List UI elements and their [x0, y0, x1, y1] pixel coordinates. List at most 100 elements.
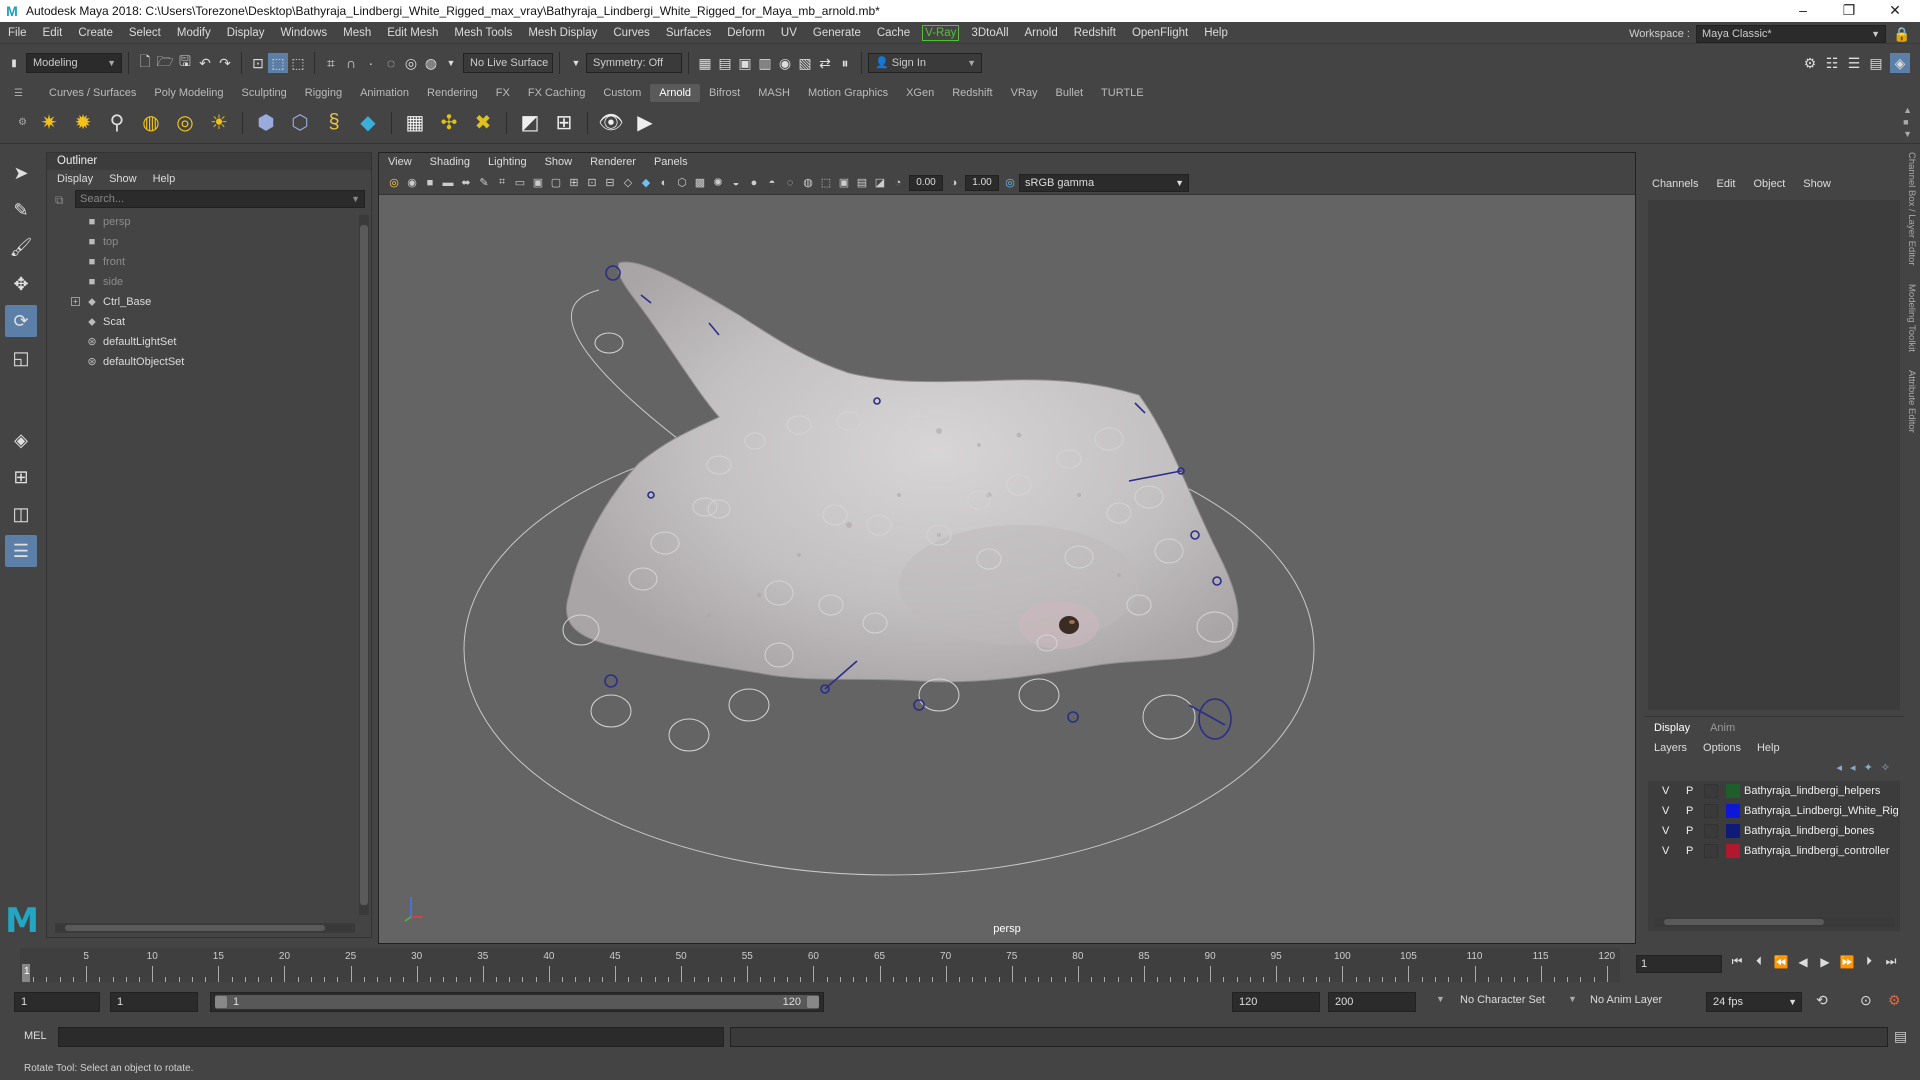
workspace-dropdown[interactable]: Maya Classic* ▼ [1696, 25, 1886, 43]
range-slider-track[interactable] [215, 995, 819, 1009]
menu-3dtoall[interactable]: 3DtoAll [963, 22, 1016, 44]
layer-color-swatch[interactable] [1726, 844, 1740, 858]
layer-playback-toggle[interactable]: P [1686, 841, 1693, 861]
chevron-down-icon[interactable]: ▼ [1568, 994, 1577, 1004]
xray-joints-icon[interactable]: ▤ [853, 174, 871, 192]
single-perspective-layout-icon[interactable]: ◈ [5, 424, 37, 456]
outliner-item-default-object-set[interactable]: ⊛ defaultObjectSet [47, 352, 371, 372]
layer-row[interactable]: V P Bathyraja_lindbergi_controller [1648, 841, 1900, 861]
menu-uv[interactable]: UV [773, 22, 805, 44]
new-scene-icon[interactable]: 🗋 [135, 53, 155, 73]
menu-surfaces[interactable]: Surfaces [658, 22, 719, 44]
chevron-down-icon[interactable]: ▼ [441, 53, 461, 73]
curve-collector-icon[interactable]: § [319, 108, 349, 138]
save-scene-icon[interactable]: 🖫 [175, 53, 195, 73]
tab-bifrost[interactable]: Bifrost [700, 84, 749, 102]
image-plane-icon[interactable]: ▬ [439, 174, 457, 192]
use-all-lights-icon[interactable]: ✺ [709, 174, 727, 192]
bookmark-icon[interactable]: ■ [421, 174, 439, 192]
standin-icon[interactable]: ⬢ [251, 108, 281, 138]
tab-motion-graphics[interactable]: Motion Graphics [799, 84, 897, 102]
viewport-menu-renderer[interactable]: Renderer [581, 153, 645, 171]
tab-attribute-editor[interactable]: Attribute Editor [1906, 370, 1917, 433]
tab-fx-caching[interactable]: FX Caching [519, 84, 594, 102]
chevron-down-icon[interactable]: ▼ [566, 53, 586, 73]
time-ruler[interactable]: 5 10 15 20 25 30 35 40 45 50 55 60 65 70 75 80 85 90 95 100… [20, 948, 1620, 982]
live-surface-field[interactable]: No Live Surface [463, 53, 553, 73]
shadows-icon[interactable]: ◒ [727, 174, 745, 192]
range-end-handle[interactable] [807, 996, 819, 1008]
toggle-channel-box-icon[interactable]: ▤ [1866, 53, 1886, 73]
snap-point-icon[interactable]: ∙ [361, 53, 381, 73]
tab-rendering[interactable]: Rendering [418, 84, 487, 102]
layer-type-toggle[interactable] [1704, 824, 1718, 838]
tab-poly-modeling[interactable]: Poly Modeling [145, 84, 232, 102]
colorspace-dropdown[interactable]: sRGB gamma ▼ [1019, 173, 1189, 192]
menu-display[interactable]: Display [219, 22, 273, 44]
shelf-menu-icon[interactable]: ☰ [14, 88, 30, 99]
help-menu[interactable]: Help [1757, 739, 1780, 757]
viewport-menu-view[interactable]: View [379, 153, 421, 171]
layer-type-toggle[interactable] [1704, 844, 1718, 858]
redo-icon[interactable]: ↷ [215, 53, 235, 73]
layer-type-toggle[interactable] [1704, 804, 1718, 818]
xray-icon[interactable]: ▣ [835, 174, 853, 192]
script-language-toggle[interactable]: MEL [24, 1030, 47, 1042]
resolution-gate-icon[interactable]: ▣ [529, 174, 547, 192]
anim-layer-label[interactable]: No Anim Layer [1590, 994, 1662, 1006]
step-back-icon[interactable]: ⏴ [1748, 954, 1770, 969]
snap-curve-icon[interactable]: ∩ [341, 53, 361, 73]
undo-icon[interactable]: ↶ [195, 53, 215, 73]
tab-xgen[interactable]: XGen [897, 84, 943, 102]
toggle-modeling-toolkit-icon[interactable]: ⚙ [1800, 53, 1820, 73]
chevron-down-icon[interactable]: ▼ [1436, 994, 1445, 1004]
menu-deform[interactable]: Deform [719, 22, 773, 44]
outliner-item-scat[interactable]: ⬥ Scat [47, 312, 371, 332]
layer-playback-toggle[interactable]: P [1686, 781, 1693, 801]
step-back-key-icon[interactable]: ⏪ [1770, 955, 1792, 969]
viewport-menu-lighting[interactable]: Lighting [479, 153, 536, 171]
menu-curves[interactable]: Curves [605, 22, 657, 44]
new-layer-from-selection-icon[interactable]: ✧ [1881, 761, 1890, 774]
tab-redshift[interactable]: Redshift [943, 84, 1001, 102]
go-to-end-icon[interactable]: ⏭ [1880, 954, 1902, 969]
flush-cache-icon[interactable]: ✣ [434, 108, 464, 138]
menu-select[interactable]: Select [121, 22, 169, 44]
gate-mask-icon[interactable]: ▢ [547, 174, 565, 192]
tab-channel-box-layer-editor[interactable]: Channel Box / Layer Editor [1906, 152, 1917, 266]
hypershade-icon[interactable]: ◉ [775, 53, 795, 73]
volume-icon[interactable]: ⬡ [285, 108, 315, 138]
symmetry-dropdown[interactable]: Symmetry: Off [586, 53, 682, 73]
tab-rigging[interactable]: Rigging [296, 84, 351, 102]
options-menu[interactable]: Options [1703, 739, 1741, 757]
menu-mesh-display[interactable]: Mesh Display [520, 22, 605, 44]
snap-grid-icon[interactable]: ⌗ [321, 53, 341, 73]
shading-network-icon[interactable]: ⊞ [549, 108, 579, 138]
tab-custom[interactable]: Custom [594, 84, 650, 102]
area-light-icon[interactable]: ✷ [34, 108, 64, 138]
shelf-settings-icon[interactable]: ⚙ [18, 117, 32, 128]
grease-pencil-icon[interactable]: ✎ [475, 174, 493, 192]
render-settings-icon[interactable]: ▥ [755, 53, 775, 73]
outliner-search-input[interactable]: Search... ▼ [75, 190, 365, 208]
menu-redshift[interactable]: Redshift [1066, 22, 1124, 44]
layer-visibility-toggle[interactable]: V [1662, 801, 1669, 821]
pause-icon[interactable]: ⏸ [835, 53, 855, 73]
xray-components-icon[interactable]: ◪ [871, 174, 889, 192]
scrollbar-thumb[interactable] [360, 225, 368, 905]
tab-arnold[interactable]: Arnold [650, 84, 701, 102]
object-menu[interactable]: Object [1753, 172, 1785, 196]
toggle-tool-settings-icon[interactable]: ☰ [1844, 53, 1864, 73]
scene-canvas[interactable] [379, 195, 1635, 923]
select-object-icon[interactable]: ⬚ [268, 53, 288, 73]
layer-type-toggle[interactable] [1704, 784, 1718, 798]
stingray-mesh[interactable] [566, 261, 1239, 683]
layer-row[interactable]: V P Bathyraja_lindbergi_bones [1648, 821, 1900, 841]
tab-sculpting[interactable]: Sculpting [233, 84, 296, 102]
range-start-handle[interactable] [215, 996, 227, 1008]
photometric-light-icon[interactable]: ⚲ [102, 108, 132, 138]
menu-mesh-tools[interactable]: Mesh Tools [446, 22, 520, 44]
animation-start-field[interactable]: 1 [14, 992, 100, 1012]
channel-box-body[interactable] [1648, 200, 1900, 710]
menu-vray[interactable]: V-Ray [922, 24, 960, 41]
